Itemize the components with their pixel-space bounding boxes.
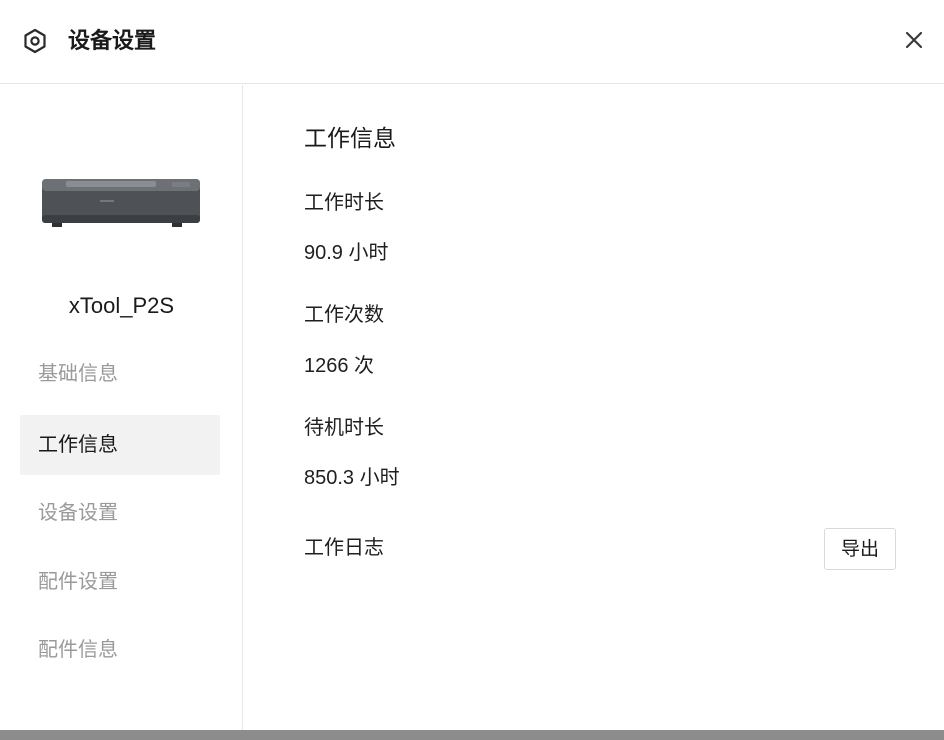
- sidebar-item-work-info[interactable]: 工作信息: [20, 415, 220, 475]
- work-log-label: 工作日志: [304, 537, 384, 559]
- work-count-value: 1266 次: [304, 355, 375, 377]
- sidebar-item-device-settings[interactable]: 设备设置: [20, 483, 220, 543]
- standby-duration-label: 待机时长: [304, 417, 384, 439]
- section-title: 工作信息: [304, 125, 396, 151]
- export-button[interactable]: 导出: [824, 528, 896, 570]
- work-count-label: 工作次数: [304, 304, 384, 326]
- sidebar: xTool_P2S 基础信息 工作信息 设备设置 配件设置 配件信息: [0, 85, 243, 730]
- sidebar-item-basic-info[interactable]: 基础信息: [20, 344, 220, 404]
- work-duration-label: 工作时长: [304, 192, 384, 214]
- main-content: 工作信息 工作时长 90.9 小时 工作次数 1266 次 待机时长 850.3…: [244, 85, 944, 730]
- close-icon[interactable]: [900, 26, 928, 54]
- settings-hexagon-icon: [24, 28, 46, 54]
- standby-duration-value: 850.3 小时: [304, 467, 400, 489]
- device-name: xTool_P2S: [68, 293, 175, 318]
- dialog-title: 设备设置: [68, 28, 157, 53]
- dialog-header: 设备设置: [0, 0, 944, 84]
- sidebar-item-accessory-info[interactable]: 配件信息: [20, 620, 220, 680]
- work-duration-value: 90.9 小时: [304, 242, 389, 264]
- sidebar-item-accessory-settings[interactable]: 配件设置: [20, 552, 220, 612]
- laser-engraver-device-image: [42, 179, 200, 227]
- bottom-bar: [0, 730, 944, 740]
